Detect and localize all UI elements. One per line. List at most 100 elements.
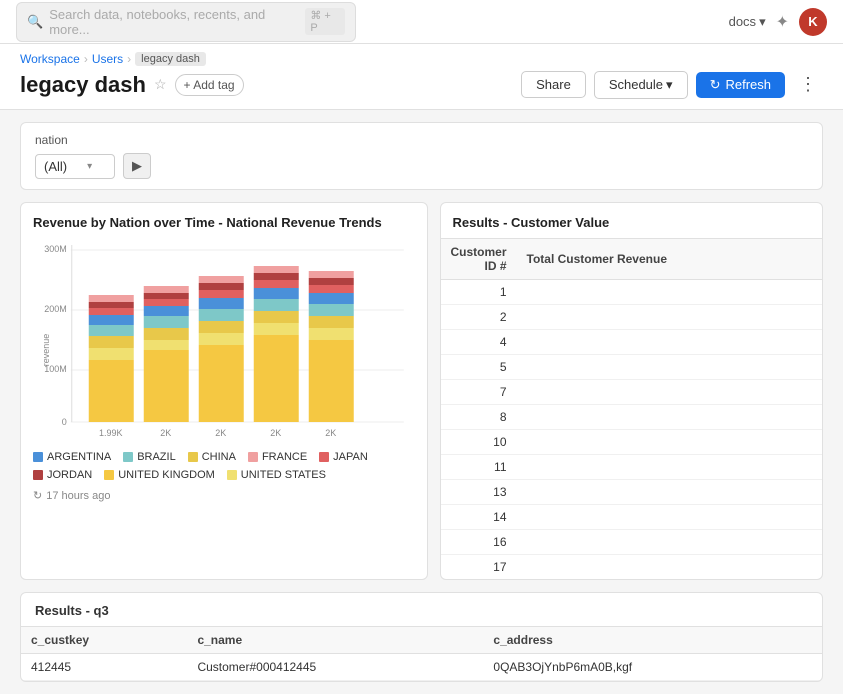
cell-id: 2 (441, 305, 517, 330)
breadcrumb-workspace[interactable]: Workspace (20, 52, 80, 66)
search-placeholder: Search data, notebooks, recents, and mor… (49, 7, 299, 37)
cell-revenue (517, 530, 822, 555)
cell-custkey: 412445 (21, 654, 187, 681)
more-options-button[interactable]: ⋮ (793, 70, 823, 99)
cell-revenue (517, 555, 822, 580)
star-icon[interactable]: ☆ (154, 76, 167, 93)
cell-id: 10 (441, 430, 517, 455)
svg-text:2K: 2K (215, 428, 226, 438)
legend-item-us: UNITED STATES (227, 469, 326, 481)
results-title: Results - Customer Value (441, 203, 823, 239)
refresh-small-icon: ↻ (33, 489, 42, 502)
legend-color-jordan (33, 470, 43, 480)
chart-section: Revenue by Nation over Time - National R… (20, 202, 428, 580)
breadcrumb: Workspace › Users › legacy dash (20, 52, 823, 66)
q3-section: Results - q3 c_custkey c_name c_address … (20, 592, 823, 682)
cell-id: 11 (441, 455, 517, 480)
svg-text:2K: 2K (270, 428, 281, 438)
charts-row: Revenue by Nation over Time - National R… (20, 202, 823, 580)
results-section: Results - Customer Value Customer ID # T… (440, 202, 824, 580)
table-row: 5 (441, 355, 823, 380)
col-address: c_address (483, 627, 822, 654)
page-header: Workspace › Users › legacy dash legacy d… (0, 44, 843, 110)
legend-item-jordan: JORDAN (33, 469, 92, 481)
filter-section: nation (All) ▾ ▶ (20, 122, 823, 190)
cell-revenue (517, 305, 822, 330)
table-row: 8 (441, 405, 823, 430)
legend-color-uk (104, 470, 114, 480)
table-row: 17 (441, 555, 823, 580)
avatar[interactable]: K (799, 8, 827, 36)
filter-controls: (All) ▾ ▶ (35, 153, 808, 179)
nation-select[interactable]: (All) ▾ (35, 154, 115, 179)
table-row: 13 (441, 480, 823, 505)
cell-id: 16 (441, 530, 517, 555)
breadcrumb-users[interactable]: Users (92, 52, 123, 66)
cell-address: 0QAB3OjYnbP6mA0B,kgf (483, 654, 822, 681)
col-header-revenue: Total Customer Revenue (517, 239, 822, 280)
legend-item-brazil: BRAZIL (123, 451, 176, 463)
search-box[interactable]: 🔍 Search data, notebooks, recents, and m… (16, 2, 356, 42)
table-row: 16 (441, 530, 823, 555)
table-row: 14 (441, 505, 823, 530)
cell-name: Customer#000412445 (187, 654, 483, 681)
filter-label: nation (35, 133, 808, 147)
legend-color-argentina (33, 452, 43, 462)
top-right: docs ▾ ✦ K (729, 8, 827, 36)
main-content: nation (All) ▾ ▶ Revenue by Nation over … (0, 110, 843, 694)
chevron-down-icon: ▾ (666, 77, 673, 93)
bar-chart: 300M 200M 100M 0 revenue (33, 240, 415, 440)
title-row: legacy dash ☆ + Add tag Share Schedule ▾… (20, 70, 823, 99)
q3-table: c_custkey c_name c_address 412445 Custom… (21, 627, 822, 681)
search-icon: 🔍 (27, 14, 43, 30)
legend-color-brazil (123, 452, 133, 462)
legend-color-japan (319, 452, 329, 462)
page-title: legacy dash (20, 72, 146, 98)
share-button[interactable]: Share (521, 71, 586, 98)
cell-revenue (517, 330, 822, 355)
cell-id: 14 (441, 505, 517, 530)
cell-id: 4 (441, 330, 517, 355)
schedule-button[interactable]: Schedule ▾ (594, 71, 688, 99)
legend-color-us (227, 470, 237, 480)
legend-item-china: CHINA (188, 451, 236, 463)
table-row: 7 (441, 380, 823, 405)
table-row: 10 (441, 430, 823, 455)
cell-id: 5 (441, 355, 517, 380)
filter-run-button[interactable]: ▶ (123, 153, 151, 179)
col-header-id: Customer ID # (441, 239, 517, 280)
cell-revenue (517, 455, 822, 480)
legend-color-china (188, 452, 198, 462)
magic-icon[interactable]: ✦ (776, 12, 789, 32)
cell-revenue (517, 380, 822, 405)
docs-button[interactable]: docs ▾ (729, 14, 766, 30)
add-tag-button[interactable]: + Add tag (175, 74, 244, 96)
refresh-icon: ↻ (710, 77, 721, 93)
svg-text:2K: 2K (325, 428, 336, 438)
cell-id: 8 (441, 405, 517, 430)
legend-item-japan: JAPAN (319, 451, 368, 463)
cell-revenue (517, 280, 822, 305)
chevron-down-icon: ▾ (87, 161, 92, 172)
cell-revenue (517, 355, 822, 380)
table-row: 412445 Customer#000412445 0QAB3OjYnbP6mA… (21, 654, 822, 681)
results-table-container[interactable]: Customer ID # Total Customer Revenue 1 2… (441, 239, 823, 579)
cell-revenue (517, 505, 822, 530)
svg-text:2K: 2K (160, 428, 171, 438)
cell-id: 13 (441, 480, 517, 505)
cell-id: 7 (441, 380, 517, 405)
cell-id: 1 (441, 280, 517, 305)
col-custkey: c_custkey (21, 627, 187, 654)
table-row: 11 (441, 455, 823, 480)
results-table: Customer ID # Total Customer Revenue 1 2… (441, 239, 823, 579)
svg-text:0: 0 (62, 417, 67, 427)
legend-color-france (248, 452, 258, 462)
legend-item-france: FRANCE (248, 451, 307, 463)
cell-id: 17 (441, 555, 517, 580)
cell-revenue (517, 430, 822, 455)
table-row: 1 (441, 280, 823, 305)
search-shortcut: ⌘ + P (305, 8, 345, 35)
refresh-button[interactable]: ↻ Refresh (696, 72, 785, 98)
cell-revenue (517, 480, 822, 505)
chart-legend: ARGENTINA BRAZIL CHINA FRANCE JAPAN (33, 451, 415, 481)
